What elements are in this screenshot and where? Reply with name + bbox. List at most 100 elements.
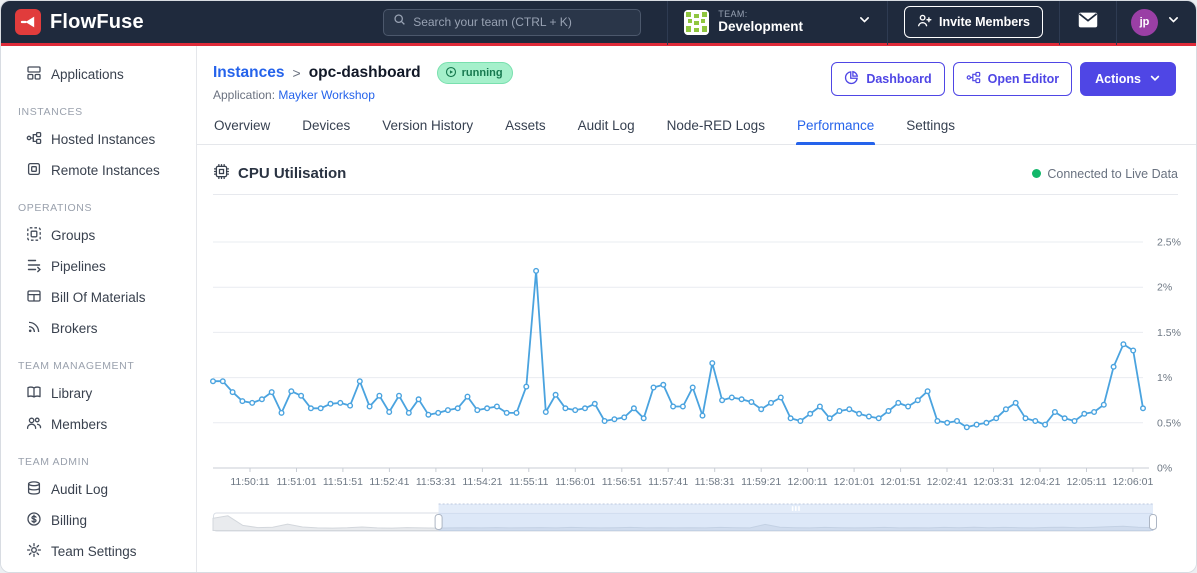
sidebar-item-remote-instances[interactable]: Remote Instances bbox=[1, 155, 196, 186]
data-point[interactable] bbox=[249, 399, 256, 406]
team-switcher[interactable]: TEAM: Development bbox=[668, 1, 887, 43]
data-point[interactable] bbox=[983, 419, 990, 426]
data-point[interactable] bbox=[768, 399, 775, 406]
data-point[interactable] bbox=[562, 405, 569, 412]
sidebar-item-bill-of-materials[interactable]: Bill Of Materials bbox=[1, 282, 196, 313]
notifications-button[interactable] bbox=[1060, 1, 1116, 43]
data-point[interactable] bbox=[973, 421, 980, 428]
slider-handle-right[interactable] bbox=[1149, 514, 1157, 530]
team-search[interactable] bbox=[383, 8, 642, 36]
data-point[interactable] bbox=[650, 384, 657, 391]
data-point[interactable] bbox=[1091, 408, 1098, 415]
data-point[interactable] bbox=[1051, 408, 1058, 415]
user-menu[interactable]: jp bbox=[1117, 1, 1196, 43]
data-point[interactable] bbox=[816, 403, 823, 410]
data-point[interactable] bbox=[533, 267, 540, 274]
tab-node-red-logs[interactable]: Node-RED Logs bbox=[666, 118, 766, 144]
data-point[interactable] bbox=[298, 392, 305, 399]
data-point[interactable] bbox=[630, 405, 637, 412]
data-point[interactable] bbox=[356, 378, 363, 385]
data-point[interactable] bbox=[738, 396, 745, 403]
data-point[interactable] bbox=[924, 388, 931, 395]
data-point[interactable] bbox=[474, 407, 481, 414]
data-point[interactable] bbox=[1081, 410, 1088, 417]
sidebar-item-applications[interactable]: Applications bbox=[1, 59, 196, 90]
data-point[interactable] bbox=[689, 384, 696, 391]
data-point[interactable] bbox=[513, 409, 520, 416]
data-point[interactable] bbox=[1002, 406, 1009, 413]
data-point[interactable] bbox=[395, 392, 402, 399]
data-point[interactable] bbox=[376, 392, 383, 399]
data-point[interactable] bbox=[1042, 421, 1049, 428]
data-point[interactable] bbox=[307, 405, 314, 412]
data-point[interactable] bbox=[748, 398, 755, 405]
slider-handle-left[interactable] bbox=[434, 514, 443, 530]
tab-devices[interactable]: Devices bbox=[301, 118, 351, 144]
data-point[interactable] bbox=[895, 399, 902, 406]
data-point[interactable] bbox=[405, 409, 412, 416]
data-point[interactable] bbox=[826, 415, 833, 422]
data-point[interactable] bbox=[229, 389, 236, 396]
data-point[interactable] bbox=[797, 417, 804, 424]
data-point[interactable] bbox=[484, 405, 491, 412]
sidebar-item-pipelines[interactable]: Pipelines bbox=[1, 251, 196, 282]
data-point[interactable] bbox=[582, 405, 589, 412]
open-editor-button[interactable]: Open Editor bbox=[952, 62, 1073, 96]
sidebar-item-library[interactable]: Library bbox=[1, 378, 196, 409]
data-point[interactable] bbox=[699, 412, 706, 419]
dashboard-button[interactable]: Dashboard bbox=[831, 62, 945, 96]
data-point[interactable] bbox=[1100, 401, 1107, 408]
tab-assets[interactable]: Assets bbox=[504, 118, 547, 144]
data-point[interactable] bbox=[210, 378, 216, 385]
data-point[interactable] bbox=[435, 409, 442, 416]
data-point[interactable] bbox=[572, 407, 579, 414]
data-point[interactable] bbox=[885, 407, 892, 414]
sidebar-item-groups[interactable]: Groups bbox=[1, 220, 196, 251]
cpu-utilisation-chart[interactable]: 0% 0.5% 1% 1.5% 2% 2.5% 11:50:11 11:51:01 11:51:… bbox=[210, 205, 1181, 491]
data-point[interactable] bbox=[454, 405, 461, 412]
data-point[interactable] bbox=[1130, 347, 1137, 354]
data-point[interactable] bbox=[640, 415, 647, 422]
data-point[interactable] bbox=[846, 406, 853, 413]
tab-performance[interactable]: Performance bbox=[795, 118, 876, 145]
data-point[interactable] bbox=[288, 388, 295, 395]
sidebar-item-team-settings[interactable]: Team Settings bbox=[1, 536, 196, 567]
data-point[interactable] bbox=[601, 417, 608, 424]
data-point[interactable] bbox=[670, 403, 677, 410]
flowfuse-brand[interactable]: FlowFuse bbox=[15, 9, 144, 35]
data-point[interactable] bbox=[1120, 341, 1127, 348]
data-point[interactable] bbox=[963, 424, 970, 431]
data-point[interactable] bbox=[493, 403, 500, 410]
data-point[interactable] bbox=[777, 394, 784, 401]
breadcrumb-instances-link[interactable]: Instances bbox=[213, 64, 285, 82]
data-point[interactable] bbox=[905, 403, 912, 410]
data-point[interactable] bbox=[611, 416, 618, 423]
data-point[interactable] bbox=[415, 396, 422, 403]
actions-button[interactable]: Actions bbox=[1080, 62, 1176, 96]
data-point[interactable] bbox=[836, 407, 843, 414]
data-point[interactable] bbox=[591, 400, 598, 407]
data-point[interactable] bbox=[337, 399, 344, 406]
data-point[interactable] bbox=[1110, 363, 1117, 370]
data-point[interactable] bbox=[1140, 405, 1147, 412]
data-point[interactable] bbox=[386, 408, 393, 415]
data-point[interactable] bbox=[875, 415, 882, 422]
data-point[interactable] bbox=[728, 394, 735, 401]
data-point[interactable] bbox=[317, 405, 324, 412]
data-point[interactable] bbox=[621, 414, 628, 421]
data-point[interactable] bbox=[709, 360, 716, 367]
data-point[interactable] bbox=[1032, 417, 1039, 424]
invite-members-button[interactable]: Invite Members bbox=[903, 6, 1043, 38]
data-point[interactable] bbox=[542, 408, 549, 415]
sidebar-item-billing[interactable]: Billing bbox=[1, 505, 196, 536]
data-point[interactable] bbox=[1012, 399, 1019, 406]
data-point[interactable] bbox=[1071, 417, 1078, 424]
sidebar-item-audit-log[interactable]: Audit Log bbox=[1, 474, 196, 505]
data-point[interactable] bbox=[679, 403, 686, 410]
data-point[interactable] bbox=[219, 378, 226, 385]
data-point[interactable] bbox=[347, 402, 354, 409]
data-point[interactable] bbox=[1022, 415, 1029, 422]
data-point[interactable] bbox=[327, 400, 334, 407]
tab-audit-log[interactable]: Audit Log bbox=[577, 118, 636, 144]
data-point[interactable] bbox=[425, 411, 432, 418]
